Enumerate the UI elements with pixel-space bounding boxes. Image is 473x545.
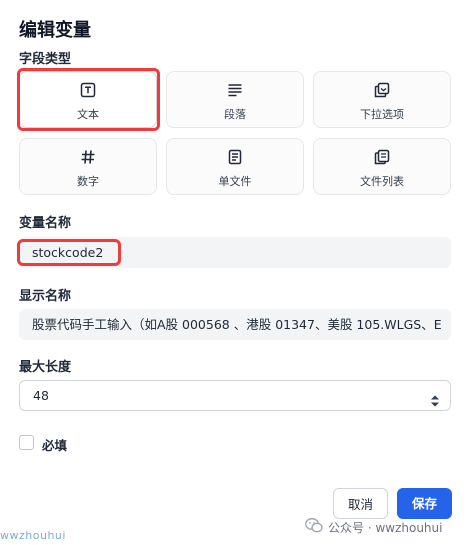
display-name-input[interactable]: 股票代码手工输入（如A股 000568 、港股 01347、美股 105.WLG…: [19, 309, 451, 340]
required-checkbox[interactable]: [19, 435, 34, 450]
save-button[interactable]: 保存: [397, 488, 452, 519]
cancel-button[interactable]: 取消: [333, 488, 388, 519]
wechat-icon: [305, 518, 323, 536]
hash-icon: [20, 149, 156, 165]
edit-variable-dialog: 编辑变量 字段类型 文本 段落 下拉选项 数字 单文件 文件列表 变量名称 st…: [0, 0, 473, 545]
dialog-title: 编辑变量: [19, 20, 91, 41]
field-type-file-list-option[interactable]: 文件列表: [313, 138, 451, 195]
selection-highlight-box: [17, 68, 160, 131]
display-name-label: 显示名称: [19, 289, 72, 304]
dropdown-options-icon: [314, 82, 450, 98]
field-type-single-file-option[interactable]: 单文件: [166, 138, 304, 195]
option-label: 段落: [224, 108, 246, 121]
field-type-paragraph-option[interactable]: 段落: [166, 71, 304, 128]
field-type-dropdown-option[interactable]: 下拉选项: [313, 71, 451, 128]
paragraph-lines-icon: [167, 82, 303, 98]
max-length-input[interactable]: 48: [19, 380, 451, 411]
file-list-icon: [314, 149, 450, 165]
field-type-number-option[interactable]: 数字: [19, 138, 157, 195]
required-label: 必填: [42, 438, 68, 453]
option-label: 下拉选项: [360, 108, 404, 121]
option-label: 文件列表: [360, 175, 404, 188]
file-icon: [167, 149, 303, 165]
max-length-value: 48: [33, 388, 49, 403]
variable-name-highlight-box: [17, 239, 121, 266]
field-type-label: 字段类型: [19, 52, 72, 67]
option-label: 单文件: [218, 175, 252, 188]
display-name-value: 股票代码手工输入（如A股 000568 、港股 01347、美股 105.WLG…: [32, 317, 442, 332]
watermark-left: wwzhouhui: [0, 529, 66, 542]
watermark-right-text: 公众号 · wwzhouhui: [328, 520, 443, 535]
max-length-label: 最大长度: [19, 360, 72, 375]
variable-name-label: 变量名称: [19, 216, 72, 231]
number-stepper-icon[interactable]: [430, 389, 440, 407]
option-label: 数字: [77, 175, 99, 188]
watermark-right: 公众号 · wwzhouhui: [305, 518, 442, 536]
